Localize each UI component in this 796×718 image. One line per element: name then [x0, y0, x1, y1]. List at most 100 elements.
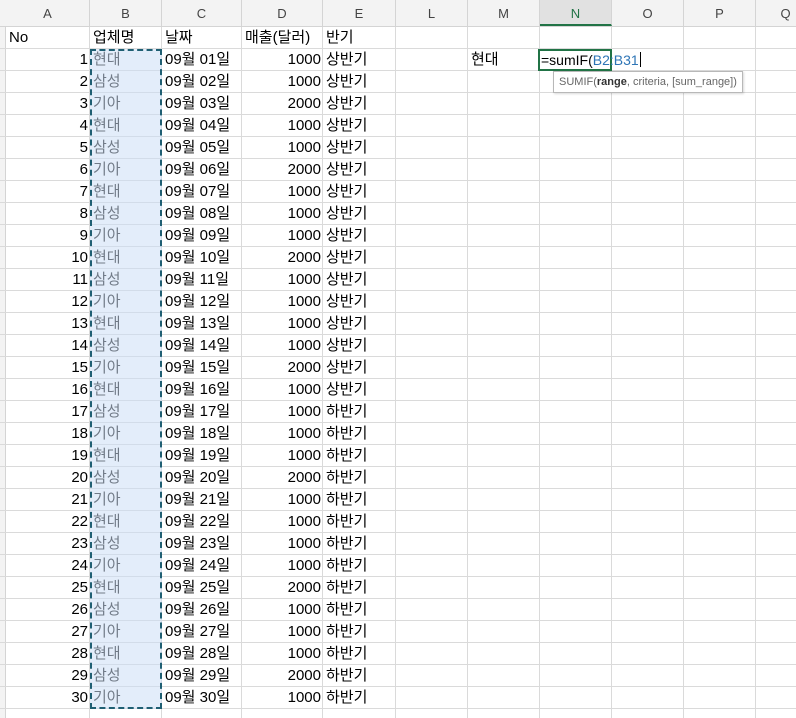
cell-sales[interactable]: 2000 — [242, 357, 323, 379]
cell-sales[interactable]: 1000 — [242, 291, 323, 313]
column-header-e[interactable]: E — [323, 0, 396, 26]
cell-no[interactable]: 5 — [6, 137, 90, 159]
cell-company[interactable]: 기아 — [90, 621, 162, 643]
cell-company[interactable]: 기아 — [90, 357, 162, 379]
cell-half[interactable]: 하반기 — [323, 423, 396, 445]
header-company[interactable]: 업체명 — [90, 27, 162, 49]
cell-date[interactable]: 09월 01일 — [162, 49, 242, 71]
cell-sales[interactable]: 1000 — [242, 203, 323, 225]
column-header-o[interactable]: O — [612, 0, 684, 26]
cell-half[interactable]: 상반기 — [323, 225, 396, 247]
cell-half[interactable]: 상반기 — [323, 71, 396, 93]
cell-company[interactable]: 현대 — [90, 115, 162, 137]
cell-company[interactable]: 삼성 — [90, 137, 162, 159]
cell-company[interactable]: 삼성 — [90, 335, 162, 357]
cell-no[interactable]: 10 — [6, 247, 90, 269]
cell-sales[interactable]: 1000 — [242, 643, 323, 665]
cell-date[interactable]: 09월 12일 — [162, 291, 242, 313]
cell-company[interactable]: 삼성 — [90, 665, 162, 687]
cell-sales[interactable]: 1000 — [242, 379, 323, 401]
cell-date[interactable]: 09월 07일 — [162, 181, 242, 203]
cell-sales[interactable]: 1000 — [242, 687, 323, 709]
cell-sales[interactable]: 1000 — [242, 269, 323, 291]
cell-half[interactable]: 상반기 — [323, 247, 396, 269]
cell-date[interactable]: 09월 21일 — [162, 489, 242, 511]
header-sales[interactable]: 매출(달러) — [242, 27, 323, 49]
cell-no[interactable]: 16 — [6, 379, 90, 401]
cell-no[interactable]: 27 — [6, 621, 90, 643]
cell-half[interactable]: 하반기 — [323, 665, 396, 687]
cell-date[interactable]: 09월 16일 — [162, 379, 242, 401]
cell-date[interactable]: 09월 04일 — [162, 115, 242, 137]
cell-half[interactable]: 상반기 — [323, 203, 396, 225]
cell-half[interactable]: 상반기 — [323, 115, 396, 137]
cell-no[interactable]: 6 — [6, 159, 90, 181]
cell-half[interactable]: 상반기 — [323, 291, 396, 313]
cell-company[interactable]: 기아 — [90, 93, 162, 115]
cell-date[interactable]: 09월 19일 — [162, 445, 242, 467]
cell-no[interactable]: 30 — [6, 687, 90, 709]
cell-company[interactable]: 삼성 — [90, 71, 162, 93]
cell-no[interactable]: 15 — [6, 357, 90, 379]
cell-no[interactable]: 28 — [6, 643, 90, 665]
cell-company[interactable]: 현대 — [90, 49, 162, 71]
cell-sales[interactable]: 1000 — [242, 137, 323, 159]
cell-half[interactable]: 하반기 — [323, 643, 396, 665]
header-half[interactable]: 반기 — [323, 27, 396, 49]
cell-no[interactable]: 4 — [6, 115, 90, 137]
cell-sales[interactable]: 2000 — [242, 93, 323, 115]
cell-sales[interactable]: 1000 — [242, 555, 323, 577]
cell-date[interactable]: 09월 23일 — [162, 533, 242, 555]
cell-half[interactable]: 하반기 — [323, 401, 396, 423]
cell-sales[interactable]: 2000 — [242, 247, 323, 269]
cell-no[interactable]: 23 — [6, 533, 90, 555]
cell-no[interactable]: 22 — [6, 511, 90, 533]
cell-half[interactable]: 상반기 — [323, 137, 396, 159]
cell-half[interactable]: 하반기 — [323, 445, 396, 467]
cell-date[interactable]: 09월 02일 — [162, 71, 242, 93]
cell-half[interactable]: 하반기 — [323, 555, 396, 577]
cell-company[interactable]: 현대 — [90, 181, 162, 203]
cell-company[interactable]: 기아 — [90, 555, 162, 577]
column-header-d[interactable]: D — [242, 0, 323, 26]
cell-date[interactable]: 09월 11일 — [162, 269, 242, 291]
column-header-m[interactable]: M — [468, 0, 540, 26]
cell-company[interactable]: 삼성 — [90, 533, 162, 555]
cell-date[interactable]: 09월 29일 — [162, 665, 242, 687]
cell-formula-editor[interactable]: =sumIF(B2:B31 — [541, 51, 641, 69]
cell-half[interactable]: 하반기 — [323, 599, 396, 621]
cell-date[interactable]: 09월 10일 — [162, 247, 242, 269]
cell-grid[interactable]: No 업체명 날짜 매출(달러) 반기 1 현대 09월 01일 1000 상반기 2 삼성 09월 0… — [0, 27, 796, 718]
cell-half[interactable]: 상반기 — [323, 181, 396, 203]
cell-no[interactable]: 2 — [6, 71, 90, 93]
cell-half[interactable]: 하반기 — [323, 489, 396, 511]
cell-date[interactable]: 09월 14일 — [162, 335, 242, 357]
cell-half[interactable]: 하반기 — [323, 621, 396, 643]
cell-date[interactable]: 09월 13일 — [162, 313, 242, 335]
cell-date[interactable]: 09월 09일 — [162, 225, 242, 247]
column-header-q[interactable]: Q — [756, 0, 796, 26]
cell-date[interactable]: 09월 15일 — [162, 357, 242, 379]
column-header-c[interactable]: C — [162, 0, 242, 26]
cell-half[interactable]: 하반기 — [323, 511, 396, 533]
cell-sales[interactable]: 1000 — [242, 599, 323, 621]
cell-company[interactable]: 삼성 — [90, 269, 162, 291]
cell-date[interactable]: 09월 26일 — [162, 599, 242, 621]
cell-sales[interactable]: 1000 — [242, 49, 323, 71]
cell-no[interactable]: 18 — [6, 423, 90, 445]
cell-company[interactable]: 현대 — [90, 445, 162, 467]
cell-company[interactable]: 삼성 — [90, 467, 162, 489]
header-no[interactable]: No — [6, 27, 90, 49]
cell-company[interactable]: 삼성 — [90, 599, 162, 621]
cell-half[interactable]: 하반기 — [323, 467, 396, 489]
cell-sales[interactable]: 1000 — [242, 489, 323, 511]
cell-half[interactable]: 하반기 — [323, 687, 396, 709]
cell-no[interactable]: 24 — [6, 555, 90, 577]
cell-company[interactable]: 기아 — [90, 225, 162, 247]
cell-no[interactable]: 29 — [6, 665, 90, 687]
cell-no[interactable]: 12 — [6, 291, 90, 313]
cell-sales[interactable]: 1000 — [242, 71, 323, 93]
cell-date[interactable]: 09월 22일 — [162, 511, 242, 533]
cell-sales[interactable]: 1000 — [242, 115, 323, 137]
cell-half[interactable]: 하반기 — [323, 577, 396, 599]
